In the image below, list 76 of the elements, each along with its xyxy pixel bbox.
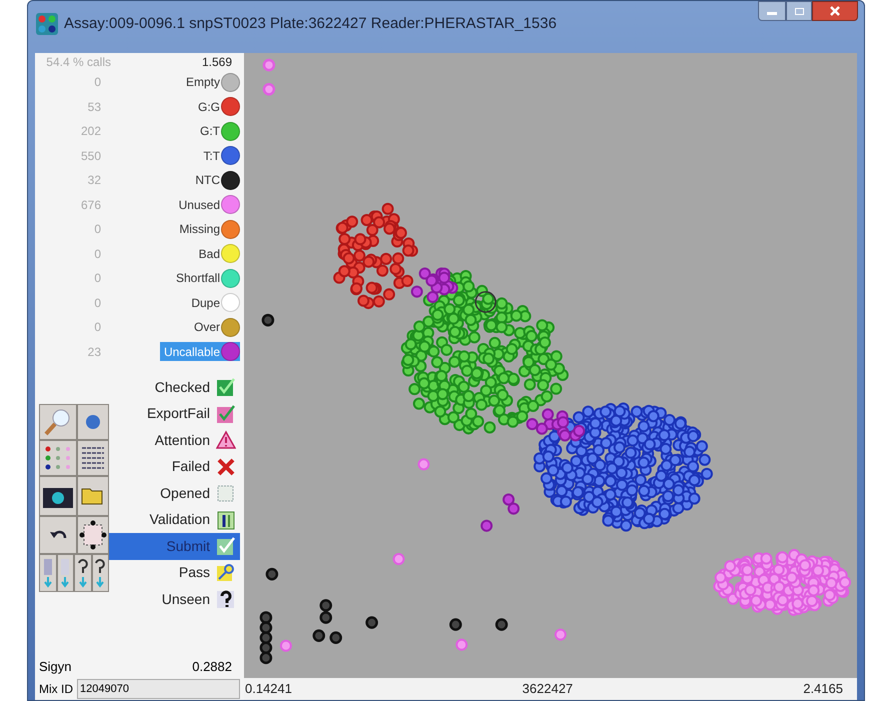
dotted-box-icon <box>216 483 236 504</box>
sigyn-label: Sigyn <box>39 658 72 676</box>
resize-button[interactable] <box>77 516 109 554</box>
call-count: 550 <box>80 148 101 165</box>
legend-item[interactable]: Over <box>190 318 240 337</box>
call-count: 0 <box>93 74 101 92</box>
help-button[interactable] <box>77 404 109 440</box>
filter-button[interactable] <box>92 554 109 592</box>
minimize-button[interactable] <box>758 1 786 21</box>
summary-value: 1.569 <box>200 54 233 70</box>
axis-min: 0.14241 <box>245 680 292 698</box>
call-count: 53 <box>86 98 101 116</box>
question-arrow-icon <box>94 557 106 589</box>
calls-percentage: 54.4 % calls <box>45 54 111 70</box>
call-count: 0 <box>93 246 101 263</box>
validation-icon <box>216 510 236 530</box>
check-icon <box>216 536 236 556</box>
legend-item[interactable]: G:G <box>194 97 240 116</box>
legend-item[interactable]: T:T <box>199 146 240 166</box>
legend-item[interactable]: Missing <box>175 220 240 239</box>
list-icon <box>81 445 105 471</box>
undo-button[interactable] <box>39 516 77 554</box>
magnifier-icon <box>44 408 72 436</box>
folder-icon <box>81 487 105 505</box>
status-item[interactable]: Opened <box>109 480 240 506</box>
warning-icon <box>216 430 236 450</box>
legend-item[interactable]: Unused <box>174 195 240 214</box>
open-folder-button[interactable] <box>77 476 109 516</box>
mix-id-label: Mix ID <box>39 681 73 698</box>
zoom-button[interactable] <box>39 404 77 440</box>
status-item[interactable]: ExportFail <box>109 400 240 427</box>
legend-item[interactable]: Shortfall <box>172 268 240 288</box>
legend-item[interactable]: G:T <box>196 122 240 141</box>
close-button[interactable] <box>812 1 858 21</box>
status-item[interactable]: Validation <box>109 506 240 533</box>
call-count: 0 <box>93 294 101 312</box>
check-icon <box>216 377 236 398</box>
handles-icon <box>79 520 107 550</box>
key-icon <box>216 562 236 583</box>
camera-button[interactable] <box>39 476 77 516</box>
status-item[interactable]: Failed <box>109 454 240 480</box>
maximize-icon <box>794 8 804 14</box>
filter-button[interactable] <box>74 554 92 592</box>
mix-id-field[interactable]: 12049070 <box>77 679 240 699</box>
app-icon <box>36 13 58 35</box>
legend-item[interactable]: Empty <box>182 72 240 92</box>
question-arrow-icon <box>76 557 89 589</box>
legend-item[interactable]: Bad <box>194 244 240 264</box>
maximize-button[interactable] <box>786 1 812 21</box>
call-count: 32 <box>86 172 101 190</box>
check-icon <box>216 404 236 424</box>
question-icon <box>216 589 236 610</box>
close-icon <box>830 6 840 16</box>
call-count: 0 <box>93 319 101 336</box>
status-item[interactable]: Pass <box>109 560 240 586</box>
plate-number: 3622427 <box>522 680 573 698</box>
status-item[interactable]: Checked <box>109 374 240 400</box>
legend-item[interactable]: Dupe <box>187 293 240 312</box>
cross-icon <box>216 456 236 477</box>
minimize-icon <box>767 12 777 15</box>
call-count: 202 <box>80 123 101 140</box>
dot-grid-icon <box>43 445 73 471</box>
legend-item[interactable]: NTC <box>191 170 240 190</box>
call-count: 0 <box>93 270 101 288</box>
list-button[interactable] <box>77 440 109 476</box>
bar-arrow-icon <box>59 557 72 589</box>
axis-max: 2.4165 <box>803 680 843 698</box>
call-count: 0 <box>93 221 101 238</box>
legend-button[interactable] <box>39 440 77 476</box>
window-title: Assay:009-0096.1 snpST0023 Plate:3622427 Reader:PHERASTAR_1536 <box>64 14 558 34</box>
status-item[interactable]: Attention <box>109 427 240 454</box>
bar-arrow-icon <box>42 557 54 589</box>
sigyn-value: 0.2882 <box>191 658 233 676</box>
status-item[interactable]: Unseen <box>109 586 240 612</box>
call-count: 23 <box>86 344 101 361</box>
call-count: 676 <box>80 196 101 214</box>
